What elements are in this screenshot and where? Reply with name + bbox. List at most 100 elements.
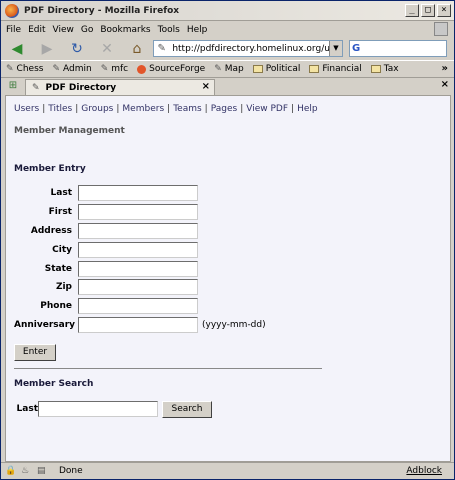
google-icon: G: [352, 43, 361, 54]
phone-input[interactable]: [78, 298, 198, 314]
state-row: State: [14, 261, 198, 277]
menu-bookmarks[interactable]: Bookmarks: [100, 25, 150, 35]
url-dropdown-button[interactable]: ▼: [329, 41, 342, 56]
menu-edit[interactable]: Edit: [28, 25, 45, 35]
home-button[interactable]: ⌂: [126, 40, 148, 58]
nav-link-teams[interactable]: Teams: [173, 104, 201, 114]
zip-row: Zip: [14, 279, 198, 295]
nav-link-titles[interactable]: Titles: [48, 104, 72, 114]
window-controls: _ □ ×: [405, 4, 451, 17]
nav-links: Users | Titles | Groups | Members | Teams | Pages |…: [14, 104, 318, 114]
nav-link-help[interactable]: Help: [297, 104, 318, 114]
section-divider: [14, 368, 322, 369]
tab-bar: ⊞ ✎ PDF Directory × ×: [1, 77, 454, 96]
folder-icon: [309, 65, 320, 73]
close-window-button[interactable]: ×: [437, 4, 451, 17]
page-title: Member Management: [14, 126, 125, 136]
anniversary-label: Anniversary: [14, 320, 76, 330]
zip-input[interactable]: [78, 279, 198, 295]
enter-button[interactable]: Enter: [14, 344, 56, 361]
search-last-label: Last: [16, 404, 38, 414]
anniversary-row: Anniversary (yyyy-mm-dd): [14, 317, 266, 333]
window-title: PDF Directory - Mozilla Firefox: [24, 5, 180, 16]
page-icon: ✎: [52, 64, 60, 74]
city-label: City: [52, 245, 72, 255]
page-content: Users | Titles | Groups | Members | Teams | Pages |…: [5, 95, 451, 462]
page-icon: ✎: [32, 83, 40, 93]
date-format-hint: (yyyy-mm-dd): [202, 320, 266, 330]
member-search-heading: Member Search: [14, 379, 94, 389]
last-label: Last: [50, 188, 72, 198]
address-input[interactable]: [78, 223, 198, 239]
address-row: Address: [14, 223, 198, 239]
bookmark-admin[interactable]: ✎ Admin: [52, 64, 91, 74]
nav-link-members[interactable]: Members: [122, 104, 164, 114]
status-text: Done: [59, 466, 83, 476]
city-input[interactable]: [78, 242, 198, 258]
address-label: Address: [30, 226, 72, 236]
close-tab-icon[interactable]: ×: [202, 81, 210, 92]
maximize-button[interactable]: □: [421, 4, 435, 17]
folder-icon: [370, 65, 381, 73]
menu-view[interactable]: View: [53, 25, 74, 35]
anniversary-input[interactable]: [78, 317, 198, 333]
adblock-link[interactable]: Adblock: [406, 466, 442, 476]
last-name-row: Last: [14, 185, 198, 201]
bookmark-sourceforge[interactable]: SourceForge: [137, 64, 205, 74]
menu-help[interactable]: Help: [187, 25, 208, 35]
reload-icon: ↻: [71, 41, 83, 57]
search-button[interactable]: Search: [162, 401, 212, 418]
bookmarks-toolbar: ✎ Chess ✎ Admin ✎ mfc SourceForge ✎ Map Poli…: [1, 60, 454, 77]
bookmark-political[interactable]: Political: [252, 64, 300, 74]
new-tab-icon[interactable]: ⊞: [5, 80, 21, 94]
nav-link-pages[interactable]: Pages: [211, 104, 237, 114]
bookmark-map[interactable]: ✎ Map: [214, 64, 244, 74]
search-box[interactable]: G: [349, 40, 447, 57]
address-bar[interactable]: ✎ http://pdfdirectory.homelinux.org/ui.p…: [153, 40, 343, 57]
forward-button[interactable]: ▶: [36, 40, 58, 58]
title-bar: PDF Directory - Mozilla Firefox _ □ ×: [1, 1, 454, 21]
java-icon: ♨: [21, 466, 30, 476]
last-name-input[interactable]: [78, 185, 198, 201]
minimize-button[interactable]: _: [405, 4, 419, 17]
first-label: First: [48, 207, 72, 217]
page-icon: ✎: [6, 64, 14, 74]
first-name-row: First: [14, 204, 198, 220]
nav-link-groups[interactable]: Groups: [81, 104, 113, 114]
city-row: City: [14, 242, 198, 258]
url-text: http://pdfdirectory.homelinux.org/ui.php: [172, 43, 342, 54]
forward-arrow-icon: ▶: [41, 41, 53, 57]
member-entry-heading: Member Entry: [14, 164, 86, 174]
first-name-input[interactable]: [78, 204, 198, 220]
menu-tools[interactable]: Tools: [158, 25, 180, 35]
bookmark-chess[interactable]: ✎ Chess: [6, 64, 43, 74]
stop-button[interactable]: ✕: [96, 40, 118, 58]
search-last-input[interactable]: [38, 401, 158, 417]
zip-label: Zip: [55, 282, 72, 292]
menu-go[interactable]: Go: [81, 25, 93, 35]
tab-pdf-directory[interactable]: ✎ PDF Directory ×: [25, 79, 215, 96]
close-icon[interactable]: ×: [441, 79, 449, 90]
phone-row: Phone: [14, 298, 198, 314]
nav-link-view-pdf[interactable]: View PDF: [246, 104, 288, 114]
state-input[interactable]: [78, 261, 198, 277]
nav-link-users[interactable]: Users: [14, 104, 39, 114]
page-status-icon: ▤: [37, 466, 46, 476]
sourceforge-icon: [137, 64, 147, 74]
stop-icon: ✕: [101, 41, 113, 57]
tab-label: PDF Directory: [45, 83, 117, 93]
chevron-more-icon[interactable]: »: [442, 63, 448, 74]
bookmark-tax[interactable]: Tax: [370, 64, 399, 74]
folder-icon: [252, 65, 263, 73]
reload-button[interactable]: ↻: [66, 40, 88, 58]
firefox-icon: [5, 3, 19, 18]
throbber-icon: [434, 22, 448, 36]
menu-file[interactable]: File: [6, 25, 21, 35]
navigation-toolbar: ◀ ▶ ↻ ✕ ⌂ ✎ http://pdfdirectory.homelinu…: [1, 38, 454, 60]
page-icon: ✎: [100, 64, 109, 74]
bookmark-mfc[interactable]: ✎ mfc: [101, 64, 128, 74]
status-bar: 🔒 ♨ ▤ Done Adblock: [1, 462, 454, 479]
back-button[interactable]: ◀: [6, 40, 28, 58]
bookmark-financial[interactable]: Financial: [309, 64, 362, 74]
phone-label: Phone: [40, 301, 72, 311]
